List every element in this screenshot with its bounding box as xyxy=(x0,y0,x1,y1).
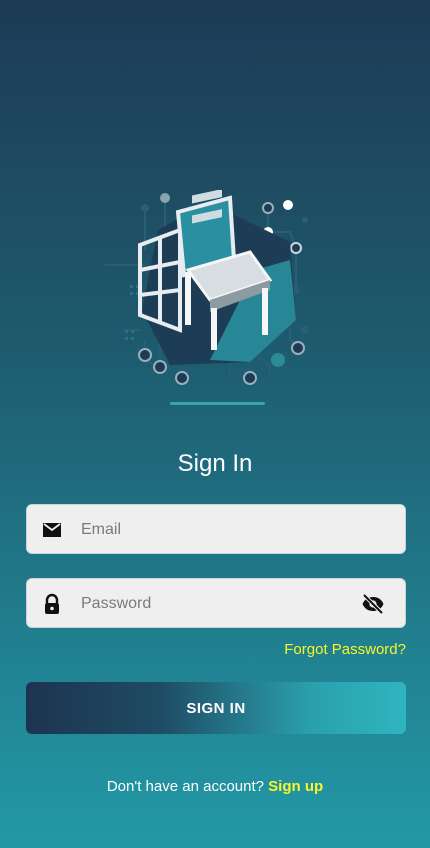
sign-up-link[interactable]: Sign up xyxy=(268,778,323,795)
forgot-password-link[interactable]: Forgot Password? xyxy=(284,641,406,658)
signup-prompt-text: Don't have an account? xyxy=(106,778,269,795)
sign-in-button[interactable]: SIGN IN xyxy=(26,682,406,734)
email-field[interactable] xyxy=(26,504,406,555)
lock-icon xyxy=(45,593,59,614)
eye-off-icon[interactable] xyxy=(361,592,385,616)
page-title: Sign In xyxy=(177,450,253,477)
signup-prompt: Don't have an account? Sign up xyxy=(0,778,430,795)
email-input[interactable] xyxy=(79,505,353,555)
password-field[interactable] xyxy=(26,578,406,629)
password-input[interactable] xyxy=(79,579,353,629)
chair-circuit-logo xyxy=(105,190,309,405)
mail-icon xyxy=(43,523,61,537)
